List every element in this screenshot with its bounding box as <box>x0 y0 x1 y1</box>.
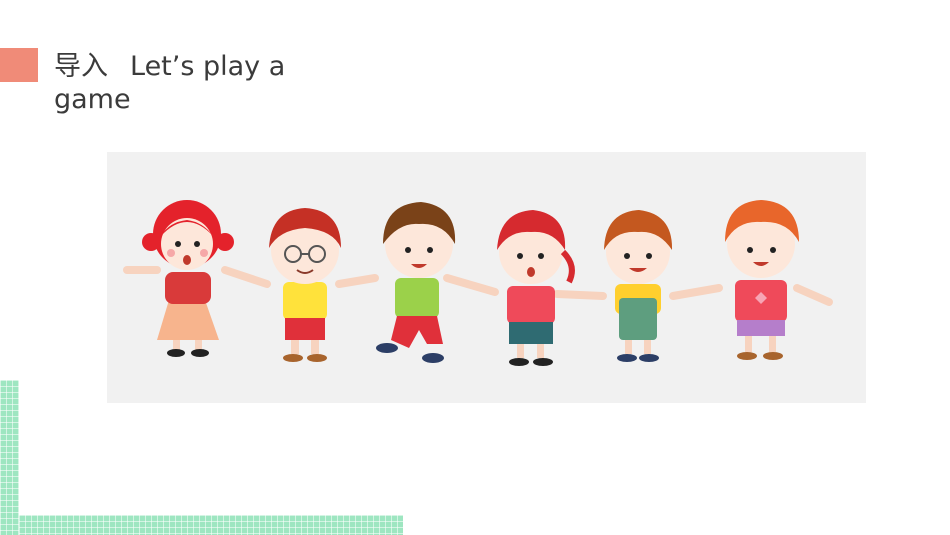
child-3 <box>376 202 456 363</box>
children-illustration <box>107 152 866 403</box>
title-chinese: 导入 <box>54 51 108 82</box>
decorative-grid-vertical <box>0 380 19 535</box>
child-2 <box>269 208 341 362</box>
title-english-line1: Let’s play a <box>130 51 286 82</box>
child-1 <box>142 200 234 357</box>
title-english-line2: game <box>54 84 131 115</box>
decorative-grid-horizontal <box>19 515 403 535</box>
child-6 <box>725 200 799 360</box>
title-accent-block <box>0 48 38 82</box>
child-4 <box>497 210 575 366</box>
child-5 <box>604 210 673 362</box>
slide-title: 导入 Let’s play a game <box>54 50 334 116</box>
